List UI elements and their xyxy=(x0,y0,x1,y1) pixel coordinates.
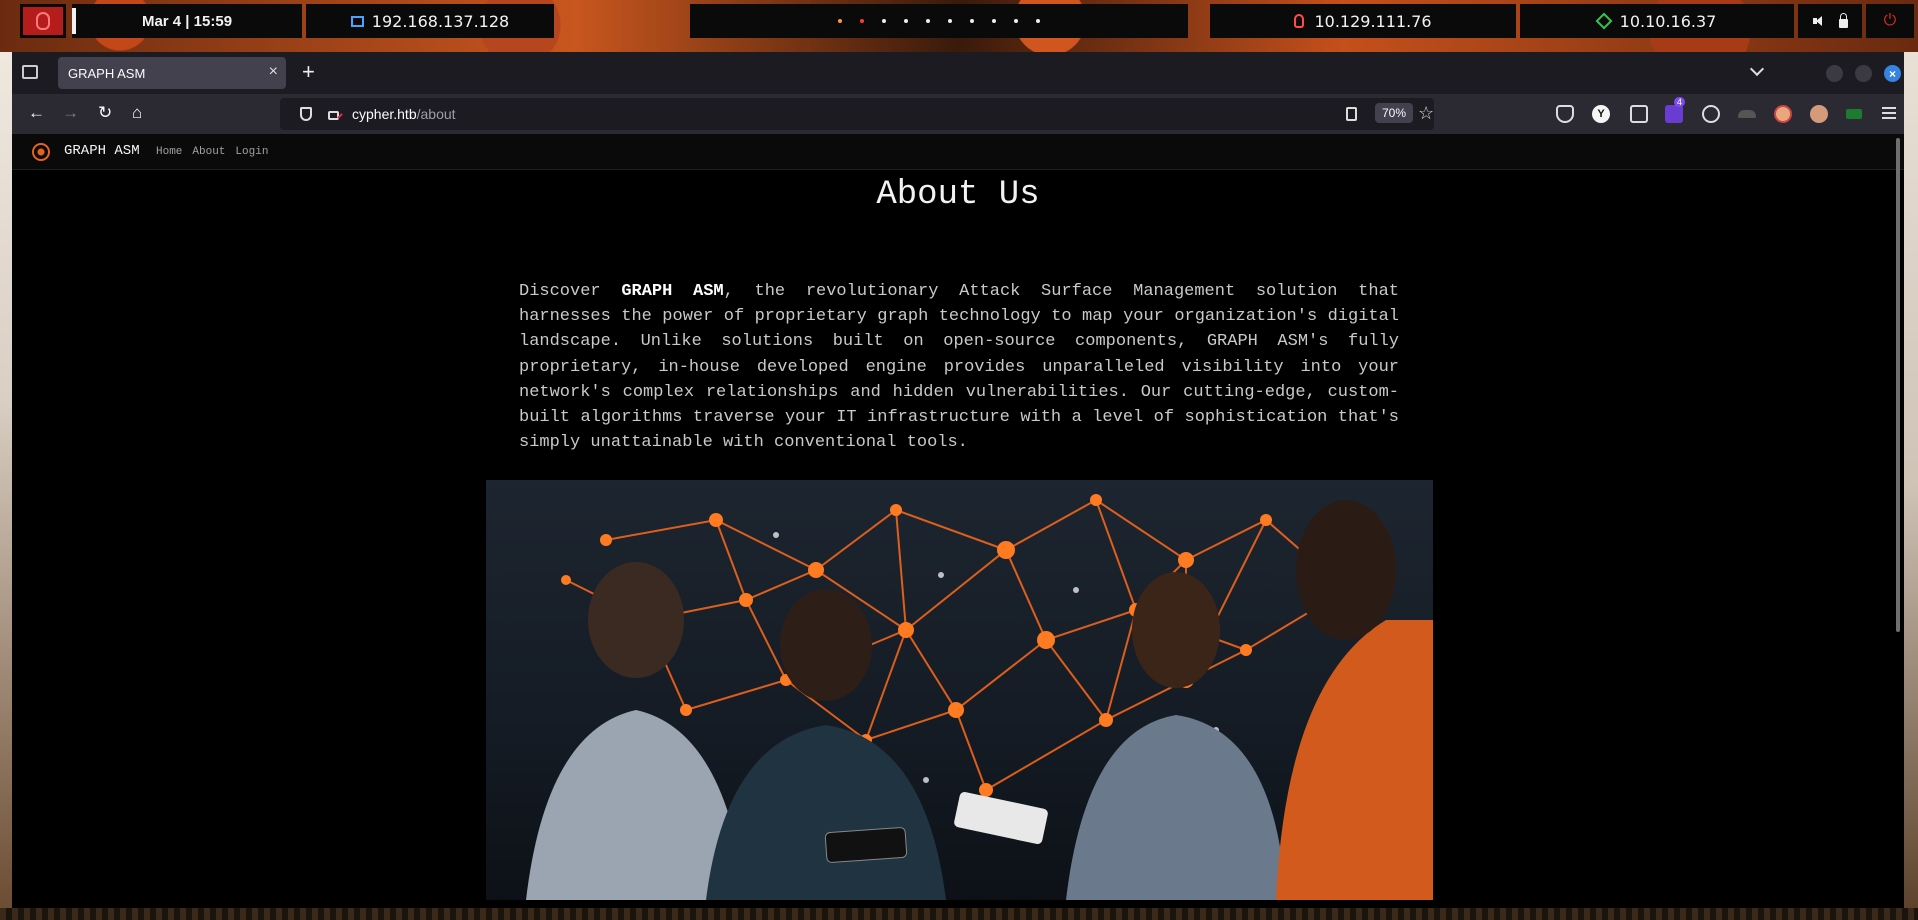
monitor-icon xyxy=(350,15,364,27)
workspace-dot[interactable] xyxy=(1014,19,1018,23)
graph-logo-icon[interactable] xyxy=(32,143,50,161)
linux-icon xyxy=(1294,14,1305,28)
workspace-dot[interactable] xyxy=(904,19,908,23)
url-text[interactable]: cypher.htb/about xyxy=(352,106,456,122)
system-tray[interactable] xyxy=(1798,4,1862,38)
reload-icon[interactable]: ↻ xyxy=(98,104,112,122)
volume-icon[interactable] xyxy=(1812,16,1825,26)
reader-view-icon[interactable] xyxy=(1346,107,1357,121)
maximize-button[interactable] xyxy=(1855,65,1872,82)
nav-link-login[interactable]: Login xyxy=(235,146,268,158)
power-button[interactable]: ⏻ xyxy=(1866,4,1914,38)
close-tab-icon[interactable]: × xyxy=(269,63,278,81)
green-extension-icon[interactable] xyxy=(1846,109,1862,119)
vpn-ip-widget[interactable]: 10.10.16.37 xyxy=(1520,4,1794,38)
vm-ip-widget[interactable]: 192.168.137.128 xyxy=(306,4,554,38)
forward-icon[interactable]: → xyxy=(62,104,79,122)
tab-graph-asm[interactable]: GRAPH ASM × xyxy=(58,57,286,89)
desktop-wallpaper-left xyxy=(0,52,12,920)
target-ip-text: 10.129.111.76 xyxy=(1314,11,1432,31)
nav-link-home[interactable]: Home xyxy=(156,146,182,158)
browser-window: GRAPH ASM × + × ← → ↻ ⌂ cypher.htb/about… xyxy=(12,52,1904,908)
tab-bar: GRAPH ASM × + × xyxy=(12,52,1904,94)
workspace-dot[interactable] xyxy=(948,19,952,23)
zoom-level-button[interactable]: 70% xyxy=(1375,103,1414,123)
home-icon[interactable]: ⌂ xyxy=(132,104,142,122)
intro-rest: , the revolutionary Attack Surface Manag… xyxy=(519,282,1399,453)
navigation-toolbar: ← → ↻ ⌂ cypher.htb/about 70% ☆ Y 4 xyxy=(12,94,1904,134)
site-brand[interactable]: GRAPH ASM xyxy=(64,143,140,159)
extension-y-icon[interactable]: Y xyxy=(1592,105,1610,123)
page-scrollbar[interactable] xyxy=(1896,138,1900,632)
back-icon[interactable]: ← xyxy=(28,104,45,122)
workspace-dot[interactable] xyxy=(926,19,930,23)
hat-extension-icon[interactable] xyxy=(1738,110,1756,118)
desktop-wallpaper-right xyxy=(1904,52,1918,920)
nav-link-about[interactable]: About xyxy=(192,146,225,158)
tracking-shield-icon[interactable] xyxy=(300,107,312,121)
intro-brand: GRAPH ASM xyxy=(621,282,724,301)
url-path: /about xyxy=(416,106,456,122)
fingerprint-icon xyxy=(36,12,50,30)
tab-list-icon[interactable] xyxy=(22,65,38,79)
insecure-lock-icon[interactable] xyxy=(328,111,339,120)
cookie-editor-icon[interactable] xyxy=(1702,105,1720,123)
face-extension-icon[interactable] xyxy=(1774,105,1792,123)
extensions-puzzle-icon[interactable] xyxy=(1630,105,1648,123)
minimize-button[interactable] xyxy=(1826,65,1843,82)
site-header: GRAPH ASM Home About Login xyxy=(12,134,1904,170)
face-extension-icon-2[interactable] xyxy=(1810,105,1828,123)
pocket-icon[interactable] xyxy=(1556,105,1574,123)
menu-icon[interactable] xyxy=(1882,107,1896,119)
chevron-down-icon[interactable] xyxy=(1749,61,1765,77)
panel-divider xyxy=(72,8,76,34)
workspace-dot[interactable] xyxy=(838,19,842,23)
desktop-wallpaper-bottom xyxy=(0,908,1918,920)
workspace-dot[interactable] xyxy=(860,19,864,23)
site-nav: Home About Login xyxy=(156,146,268,158)
intro-prefix: Discover xyxy=(519,282,622,301)
extension-purple-icon[interactable] xyxy=(1665,105,1683,123)
lock-icon[interactable] xyxy=(1838,12,1848,28)
vpn-ip-text: 10.10.16.37 xyxy=(1619,11,1717,31)
hero-image xyxy=(486,480,1433,900)
panel-clock[interactable]: Mar 4 | 15:59 xyxy=(72,4,302,38)
url-bar[interactable]: cypher.htb/about 70% ☆ xyxy=(280,98,1434,130)
close-window-button[interactable]: × xyxy=(1884,65,1901,82)
workspace-switcher[interactable] xyxy=(690,4,1188,38)
cube-icon xyxy=(1595,12,1613,30)
page-title: About Us xyxy=(876,176,1040,214)
url-host: cypher.htb xyxy=(352,106,417,122)
new-tab-icon[interactable]: + xyxy=(302,61,315,83)
bookmark-star-icon[interactable]: ☆ xyxy=(1418,103,1434,124)
target-ip-widget[interactable]: 10.129.111.76 xyxy=(1210,4,1516,38)
workspace-dot[interactable] xyxy=(882,19,886,23)
vm-ip-text: 192.168.137.128 xyxy=(371,11,510,31)
network-graph-illustration xyxy=(526,494,1433,900)
clock-text: Mar 4 | 15:59 xyxy=(141,12,233,30)
power-icon: ⏻ xyxy=(1883,12,1897,29)
fingerprint-menu-button[interactable] xyxy=(20,4,66,38)
workspace-dot[interactable] xyxy=(992,19,996,23)
workspace-dot[interactable] xyxy=(970,19,974,23)
extension-badge: 4 xyxy=(1674,97,1686,107)
tab-title: GRAPH ASM xyxy=(68,65,146,81)
about-paragraph: Discover GRAPH ASM, the revolutionary At… xyxy=(519,279,1399,455)
web-page: GRAPH ASM Home About Login About Us Disc… xyxy=(12,134,1904,908)
workspace-dot[interactable] xyxy=(1036,19,1040,23)
